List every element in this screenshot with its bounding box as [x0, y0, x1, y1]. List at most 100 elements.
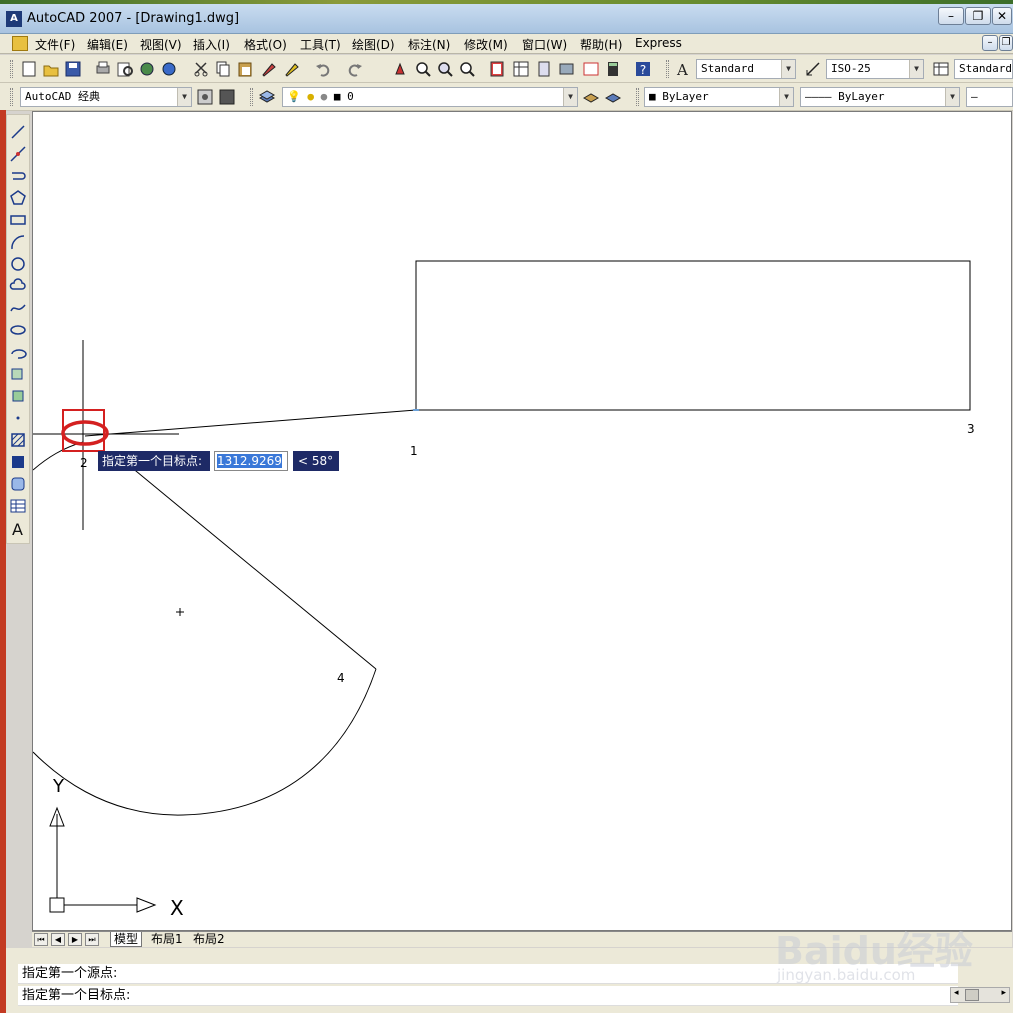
revision-cloud-icon[interactable]: [9, 277, 27, 295]
save-icon[interactable]: [64, 60, 82, 78]
chevron-down-icon[interactable]: ▼: [781, 60, 795, 78]
chevron-down-icon[interactable]: ▼: [945, 88, 959, 106]
drawn-sector-line[interactable]: [124, 461, 377, 670]
multiline-text-icon[interactable]: A: [9, 519, 27, 539]
help-icon[interactable]: ?: [634, 60, 652, 78]
circle-icon[interactable]: [9, 255, 27, 273]
redo-icon[interactable]: [346, 60, 364, 78]
arc-icon[interactable]: [9, 233, 27, 251]
properties-icon[interactable]: [488, 60, 506, 78]
zoom-realtime-icon[interactable]: [414, 60, 432, 78]
scroll-thumb[interactable]: [965, 989, 979, 1001]
toolbar-grip[interactable]: [10, 60, 13, 78]
doc-minimize-button[interactable]: –: [982, 35, 998, 51]
toolbar-grip[interactable]: [666, 60, 669, 78]
design-center-icon[interactable]: [512, 60, 530, 78]
workspace-settings-icon[interactable]: [196, 88, 214, 106]
drawn-rectangle[interactable]: [415, 260, 971, 411]
color-combo[interactable]: ■ ByLayer ▼: [644, 87, 794, 107]
region-icon[interactable]: [9, 475, 27, 493]
linetype-combo[interactable]: ———— ByLayer ▼: [800, 87, 960, 107]
save-workspace-icon[interactable]: [218, 88, 236, 106]
plot-preview-icon[interactable]: [116, 60, 134, 78]
line-icon[interactable]: [9, 123, 27, 141]
toolbar-grip[interactable]: [636, 88, 639, 106]
rectangle-icon[interactable]: [9, 211, 27, 229]
dimension-style-combo[interactable]: ISO-25 ▼: [826, 59, 924, 79]
point-icon[interactable]: [9, 409, 27, 427]
plot-icon[interactable]: [94, 60, 112, 78]
autocad-app-icon[interactable]: A: [6, 11, 22, 27]
next-tab-button[interactable]: ▶: [68, 933, 82, 946]
chevron-down-icon[interactable]: ▼: [909, 60, 923, 78]
lineweight-combo[interactable]: —: [966, 87, 1013, 107]
workspace-combo[interactable]: AutoCAD 经典 ▼: [20, 87, 192, 107]
layer-combo[interactable]: 💡 ● ● ■ 0 ▼: [282, 87, 578, 107]
polygon-icon[interactable]: [9, 189, 27, 207]
cut-icon[interactable]: [192, 60, 210, 78]
table-style-icon[interactable]: [932, 60, 950, 78]
undo-icon[interactable]: [314, 60, 332, 78]
menu-edit[interactable]: 编辑(E): [87, 36, 128, 53]
gradient-icon[interactable]: [9, 453, 27, 471]
paste-icon[interactable]: [236, 60, 254, 78]
drawn-arc[interactable]: [33, 668, 377, 816]
layer-previous-icon[interactable]: [604, 88, 622, 106]
tab-layout1[interactable]: 布局1: [148, 932, 186, 947]
tab-layout2[interactable]: 布局2: [190, 932, 228, 947]
table-style-combo[interactable]: Standard: [954, 59, 1013, 79]
toolbar-grip[interactable]: [250, 88, 253, 106]
match-properties-icon[interactable]: [260, 60, 278, 78]
last-tab-button[interactable]: ⏭: [85, 933, 99, 946]
first-tab-button[interactable]: ⏮: [34, 933, 48, 946]
ellipse-icon[interactable]: [9, 321, 27, 339]
zoom-window-icon[interactable]: [436, 60, 454, 78]
pan-realtime-icon[interactable]: [392, 60, 410, 78]
menu-format[interactable]: 格式(O): [244, 36, 287, 53]
open-file-icon[interactable]: [42, 60, 60, 78]
tool-palettes-icon[interactable]: [536, 60, 554, 78]
menu-dimension[interactable]: 标注(N): [408, 36, 450, 53]
insert-block-icon[interactable]: [9, 365, 27, 383]
text-style-icon[interactable]: A: [674, 60, 692, 79]
minimize-button[interactable]: –: [938, 7, 964, 25]
dimension-style-icon[interactable]: [804, 60, 822, 78]
layer-properties-icon[interactable]: [258, 88, 276, 106]
block-editor-icon[interactable]: [283, 60, 301, 78]
drawing-canvas[interactable]: 1 2 3 4 Y X: [32, 111, 1012, 931]
copy-icon[interactable]: [214, 60, 232, 78]
document-icon[interactable]: [12, 36, 28, 51]
make-object-layer-current-icon[interactable]: [582, 88, 600, 106]
menu-modify[interactable]: 修改(M): [464, 36, 508, 53]
close-button[interactable]: ✕: [992, 7, 1012, 25]
zoom-previous-icon[interactable]: [458, 60, 476, 78]
menu-help[interactable]: 帮助(H): [580, 36, 622, 53]
table-icon[interactable]: [9, 497, 27, 515]
polyline-icon[interactable]: [9, 167, 27, 185]
dynamic-input-distance-field[interactable]: 1312.9269: [214, 451, 288, 471]
doc-restore-button[interactable]: ❐: [999, 35, 1013, 51]
menu-file[interactable]: 文件(F): [35, 36, 75, 53]
make-block-icon[interactable]: [9, 387, 27, 405]
chevron-down-icon[interactable]: ▼: [779, 88, 793, 106]
ellipse-arc-icon[interactable]: [9, 343, 27, 361]
markup-set-manager-icon[interactable]: [582, 60, 600, 78]
calculator-icon[interactable]: [604, 60, 622, 78]
chevron-down-icon[interactable]: ▼: [177, 88, 191, 106]
spline-icon[interactable]: [9, 299, 27, 317]
chevron-down-icon[interactable]: ▼: [563, 88, 577, 106]
dynamic-input-angle[interactable]: < 58°: [293, 451, 339, 471]
publish-icon[interactable]: [138, 60, 156, 78]
previous-tab-button[interactable]: ◀: [51, 933, 65, 946]
tab-model[interactable]: 模型: [110, 932, 143, 947]
restore-button[interactable]: ❐: [965, 7, 991, 25]
menu-tools[interactable]: 工具(T): [300, 36, 341, 53]
hatch-icon[interactable]: [9, 431, 27, 449]
sheet-set-manager-icon[interactable]: [558, 60, 576, 78]
menu-view[interactable]: 视图(V): [140, 36, 182, 53]
menu-insert[interactable]: 插入(I): [193, 36, 230, 53]
menu-express[interactable]: Express: [635, 36, 682, 50]
3d-dwf-icon[interactable]: [160, 60, 178, 78]
new-file-icon[interactable]: [20, 60, 38, 78]
construction-line-icon[interactable]: [9, 145, 27, 163]
